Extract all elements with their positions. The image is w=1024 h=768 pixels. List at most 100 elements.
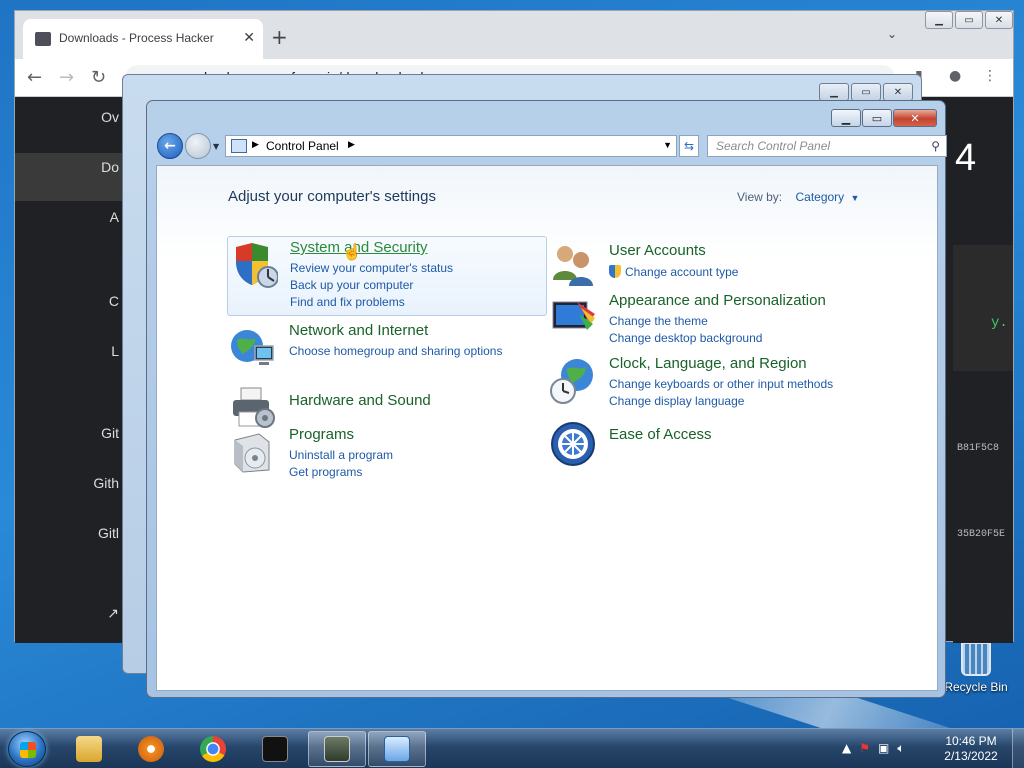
- nav-item-downloads[interactable]: Do: [101, 159, 119, 175]
- link-homegroup[interactable]: Choose homegroup and sharing options: [289, 343, 502, 360]
- view-by-label: View by:: [737, 190, 783, 204]
- show-hidden-icons-icon[interactable]: ▲: [842, 741, 851, 756]
- link-change-display-language[interactable]: Change display language: [609, 393, 833, 410]
- taskbar-process-hacker[interactable]: [308, 731, 366, 767]
- link-change-account-type[interactable]: Change account type: [609, 264, 738, 281]
- search-input[interactable]: Search Control Panel ⚲: [707, 135, 947, 157]
- link-back-up[interactable]: Back up your computer: [290, 277, 453, 294]
- link-fix-problems[interactable]: Find and fix problems: [290, 294, 453, 311]
- chrome-window-controls: ▁ ▭ ✕: [925, 11, 1013, 29]
- folder-icon: [76, 736, 102, 762]
- category-title[interactable]: Clock, Language, and Region: [609, 355, 807, 372]
- category-links: Uninstall a program Get programs: [289, 447, 393, 481]
- category-ease-of-access[interactable]: Ease of Access: [547, 416, 867, 468]
- show-desktop-button[interactable]: [1012, 729, 1024, 768]
- category-user-accounts[interactable]: User Accounts Change account type: [547, 236, 867, 286]
- close-button[interactable]: ✕: [883, 83, 913, 101]
- link-get-programs[interactable]: Get programs: [289, 464, 393, 481]
- view-by-dropdown-icon[interactable]: ▼: [851, 193, 860, 203]
- recent-pages-dropdown-icon[interactable]: ▼: [213, 142, 219, 151]
- category-title[interactable]: Hardware and Sound: [289, 392, 431, 409]
- view-by-value[interactable]: Category: [795, 190, 844, 204]
- tab-title: Downloads - Process Hacker: [59, 31, 214, 45]
- forward-button[interactable]: [185, 133, 211, 159]
- nav-item-overview[interactable]: Ov: [101, 109, 119, 125]
- nav-item-github-3[interactable]: Gitl: [98, 525, 119, 541]
- maximize-button[interactable]: ▭: [955, 11, 983, 29]
- category-title[interactable]: User Accounts: [609, 242, 706, 259]
- nav-item-l[interactable]: L: [111, 343, 119, 359]
- link-review-status[interactable]: Review your computer's status: [290, 260, 453, 277]
- nav-item-a[interactable]: A: [110, 209, 119, 225]
- category-links: Change keyboards or other input methods …: [609, 376, 833, 410]
- category-clock-language-region[interactable]: Clock, Language, and Region Change keybo…: [547, 353, 867, 413]
- refresh-button[interactable]: ⇆: [679, 135, 699, 157]
- maximize-button[interactable]: ▭: [851, 83, 881, 101]
- link-change-theme[interactable]: Change the theme: [609, 313, 762, 330]
- minimize-button[interactable]: ▁: [925, 11, 953, 29]
- breadcrumb-arrow-icon[interactable]: ▶: [348, 139, 355, 150]
- search-icon[interactable]: ⚲: [931, 139, 940, 153]
- taskbar-media-player[interactable]: [122, 731, 180, 767]
- new-tab-button[interactable]: +: [271, 25, 288, 49]
- close-button[interactable]: ✕: [893, 109, 937, 127]
- close-button[interactable]: ✕: [985, 11, 1013, 29]
- system-tray: ▲ ⚑ ▣ 🔈︎: [842, 741, 905, 756]
- address-bar[interactable]: ▶ Control Panel ▶ ▼: [225, 135, 677, 157]
- hash-text-2: 35B20F5E: [957, 529, 1006, 540]
- programs-box-icon: [234, 433, 270, 473]
- forward-arrow-icon[interactable]: →: [59, 67, 74, 88]
- back-arrow-icon[interactable]: ←: [27, 67, 42, 88]
- recycle-bin-shortcut[interactable]: Recycle Bin: [944, 640, 1008, 694]
- category-title[interactable]: Programs: [289, 426, 354, 443]
- tab-close-icon[interactable]: ✕: [243, 29, 255, 46]
- clock-globe-icon: [550, 359, 593, 404]
- search-placeholder: Search Control Panel: [716, 139, 831, 153]
- taskbar-explorer[interactable]: [60, 731, 118, 767]
- nav-item-c[interactable]: C: [109, 293, 119, 309]
- link-change-desktop-background[interactable]: Change desktop background: [609, 330, 762, 347]
- minimize-button[interactable]: ▁: [831, 109, 861, 127]
- shield-icon: [236, 243, 278, 288]
- address-dropdown-icon[interactable]: ▼: [663, 140, 672, 150]
- taskbar-control-panel[interactable]: [368, 731, 426, 767]
- category-links: Change account type: [609, 264, 738, 281]
- category-network-and-internet[interactable]: Network and Internet Choose homegroup an…: [227, 320, 547, 376]
- category-programs[interactable]: Programs Uninstall a program Get program…: [227, 424, 547, 484]
- taskbar-amd[interactable]: [246, 731, 304, 767]
- external-link-icon[interactable]: ↗: [107, 605, 119, 622]
- maximize-button[interactable]: ▭: [862, 109, 892, 127]
- nav-item-github-2[interactable]: Gith: [93, 475, 119, 491]
- link-uninstall-program[interactable]: Uninstall a program: [289, 447, 393, 464]
- back-button[interactable]: ←: [157, 133, 183, 159]
- system-clock[interactable]: 10:46 PM 2/13/2022: [940, 734, 1002, 764]
- tab-search-chevron-icon[interactable]: ⌄: [887, 27, 897, 41]
- taskbar-chrome[interactable]: [184, 731, 242, 767]
- volume-icon[interactable]: 🔈︎: [897, 741, 904, 756]
- breadcrumb-control-panel[interactable]: Control Panel: [266, 139, 339, 153]
- minimize-button[interactable]: ▁: [819, 83, 849, 101]
- control-panel-content: Adjust your computer's settings View by:…: [156, 165, 938, 691]
- category-title[interactable]: Network and Internet: [289, 322, 428, 339]
- category-system-and-security[interactable]: System and Security Review your computer…: [227, 236, 547, 316]
- link-change-keyboards[interactable]: Change keyboards or other input methods: [609, 376, 833, 393]
- profile-icon[interactable]: ●: [949, 68, 961, 84]
- media-player-icon: [138, 736, 164, 762]
- start-button[interactable]: [8, 731, 46, 767]
- page-title: Adjust your computer's settings: [228, 188, 436, 205]
- nav-item-github-1[interactable]: Git: [101, 425, 119, 441]
- control-panel-window: ▁ ▭ ✕ ← ▼ ▶ Control Panel ▶ ▼ ⇆ Search C…: [146, 100, 947, 698]
- menu-icon[interactable]: ⋮: [983, 68, 997, 84]
- action-center-flag-icon[interactable]: ⚑: [859, 741, 870, 756]
- network-icon[interactable]: ▣: [878, 741, 889, 756]
- category-title[interactable]: Ease of Access: [609, 426, 712, 443]
- category-appearance-and-personalization[interactable]: Appearance and Personalization Change th…: [547, 290, 867, 350]
- breadcrumb-arrow-icon[interactable]: ▶: [252, 139, 259, 150]
- background-window-controls: ▁ ▭ ✕: [819, 83, 913, 101]
- navigation-bar: ← ▼ ▶ Control Panel ▶ ▼ ⇆ Search Control…: [157, 133, 947, 159]
- reload-icon[interactable]: ↻: [91, 67, 106, 88]
- browser-tab[interactable]: Downloads - Process Hacker ✕: [23, 19, 263, 59]
- category-hardware-and-sound[interactable]: Hardware and Sound: [227, 380, 547, 430]
- taskbar: ▲ ⚑ ▣ 🔈︎ 10:46 PM 2/13/2022: [0, 728, 1024, 768]
- category-title[interactable]: Appearance and Personalization: [609, 292, 826, 309]
